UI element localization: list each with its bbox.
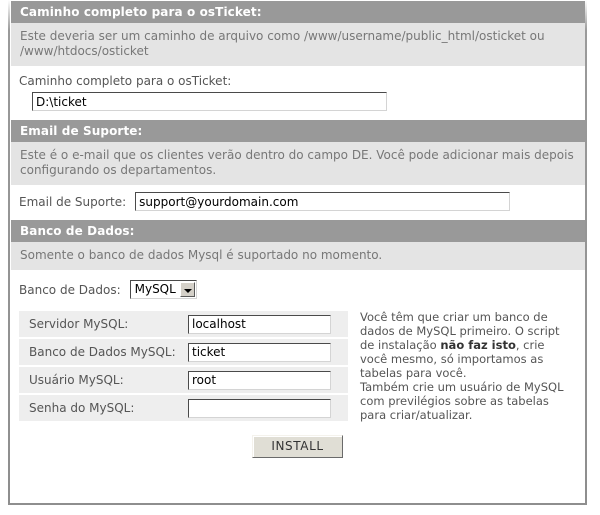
chevron-down-icon[interactable] [179,282,195,297]
support-email-input[interactable] [135,192,511,211]
section-description-path: Este deveria ser um caminho de arquivo c… [10,23,585,66]
table-row: Banco de Dados MySQL: [19,339,348,365]
mysql-database-label: Banco de Dados MySQL: [19,339,182,365]
path-field-label: Caminho completo para o osTicket: [19,74,232,88]
installer-content: Caminho completo para o osTicket: Este d… [10,0,585,503]
database-type-selected-value: MySQL [134,282,176,296]
database-help-paragraph-1: Você têm que criar um banco de dados de … [360,310,574,380]
section-header-email: Email de Suporte: [10,120,585,142]
installer-page: Caminho completo para o osTicket: Este d… [0,0,600,515]
mysql-password-input[interactable] [188,398,331,418]
mysql-user-label: Usuário MySQL: [19,367,182,393]
table-row: Servidor MySQL: [19,311,348,337]
frame-right-border [585,0,587,505]
mysql-password-cell [182,395,348,421]
database-select-label: Banco de Dados: [19,282,121,297]
table-row: Senha do MySQL: [19,395,348,421]
section-description-database: Somente o banco de dados Mysql é suporta… [10,242,585,270]
mysql-user-cell [182,367,348,393]
database-fields-table: Servidor MySQL: Banco de Dados MySQL: Us… [19,309,348,423]
database-help-text: Você têm que criar um banco de dados de … [348,309,580,422]
database-settings-area: Servidor MySQL: Banco de Dados MySQL: Us… [10,303,585,423]
database-type-select[interactable]: MySQL [129,280,197,299]
install-button[interactable]: INSTALL [252,435,343,458]
mysql-server-input[interactable] [188,314,331,334]
database-type-row: Banco de Dados: MySQL [10,270,585,303]
section-email: Email de Suporte: [10,119,585,142]
database-help-1-bold: não faz isto [440,338,516,352]
email-field-row: Email de Suporte: [19,192,585,211]
mysql-server-cell [182,311,348,337]
mysql-user-input[interactable] [188,370,331,390]
mysql-database-cell [182,339,348,365]
database-help-paragraph-2: Também crie um usuário de MySQL com prev… [360,380,564,422]
path-input[interactable] [32,92,387,111]
mysql-server-label: Servidor MySQL: [19,311,182,337]
section-header-path: Caminho completo para o osTicket: [10,1,585,23]
section-header-database: Banco de Dados: [10,220,585,242]
mysql-password-label: Senha do MySQL: [19,395,182,421]
section-description-email: Este é o e-mail que os clientes verão de… [10,142,585,185]
email-field-label: Email de Suporte: [19,194,127,209]
mysql-database-input[interactable] [188,342,331,362]
section-database: Banco de Dados: [10,219,585,242]
section-body-email: Email de Suporte: [10,185,585,219]
section-body-path: Caminho completo para o osTicket: [10,66,585,119]
install-row: INSTALL [10,423,585,458]
section-path: Caminho completo para o osTicket: [10,0,585,23]
table-row: Usuário MySQL: [19,367,348,393]
frame-bottom-border [8,503,587,505]
